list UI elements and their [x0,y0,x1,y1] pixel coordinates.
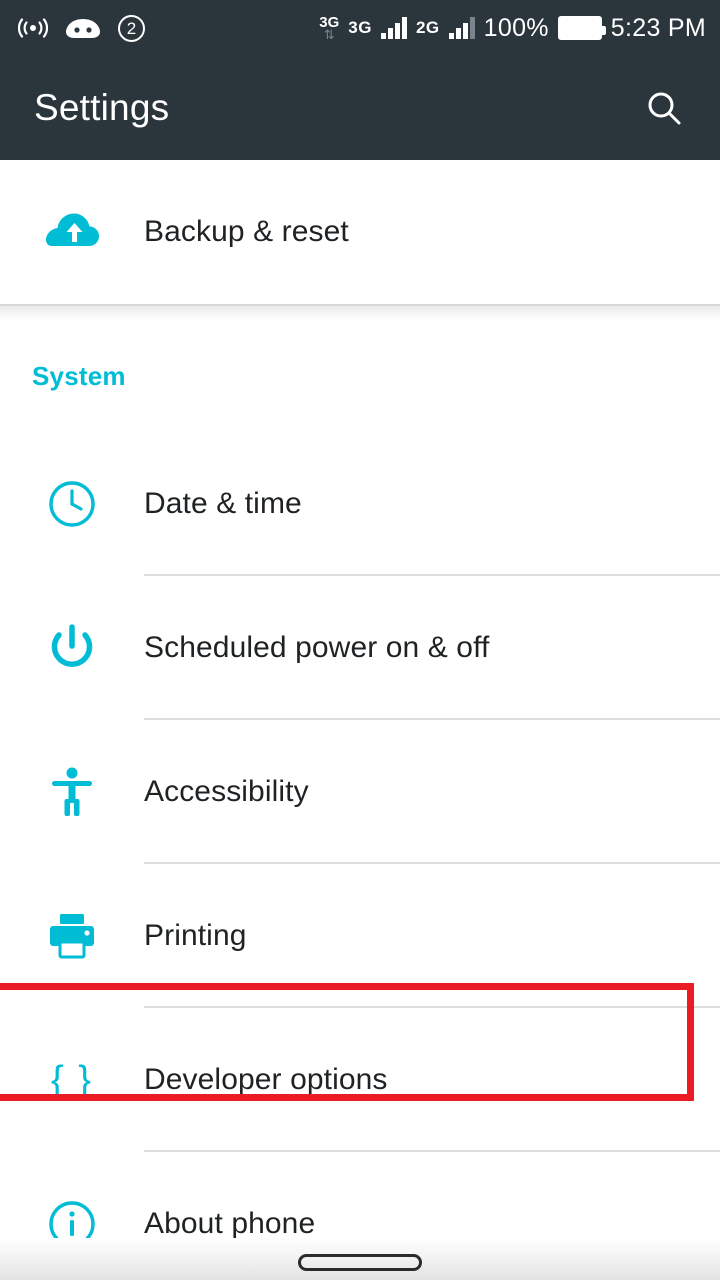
status-bar: 2 3G ⇅ 3G 2G 100% 5:23 PM [0,0,720,56]
status-bar-right-icons: 3G ⇅ 3G 2G 100% 5:23 PM [319,14,706,43]
app-bar: Settings [0,56,720,160]
list-item-label: Backup & reset [144,215,349,248]
list-item-label: Printing [144,919,247,952]
list-item-label: Scheduled power on & off [144,631,490,664]
section-header-label: System [32,360,126,391]
cyanogenmod-android-icon [64,15,102,41]
home-gesture-pill[interactable] [298,1253,422,1271]
battery-full-icon [557,16,606,40]
sim1-signal-bars-icon [380,17,407,39]
section-separator [0,304,720,320]
list-item-label: Developer options [144,1063,388,1096]
notification-count-icon: 2 [118,14,145,42]
cloud-upload-icon [0,160,144,304]
cast-broadcast-icon [18,16,48,40]
sim1-network-type-label: 3G [348,18,372,37]
search-icon[interactable] [638,82,690,134]
sim2-signal-bars-icon [448,17,475,39]
battery-percent-label: 100% [483,13,549,42]
printer-icon [0,864,144,1008]
section-header-system: System [0,320,720,432]
list-item-label: Date & time [144,487,302,520]
list-item-printing[interactable]: Printing [0,864,720,1008]
accessibility-icon [0,720,144,864]
list-item-scheduled-power[interactable]: Scheduled power on & off [0,576,720,720]
list-item-label: About phone [144,1207,316,1240]
curly-braces-icon: { } [51,1058,93,1101]
list-item-developer-options[interactable]: { } Developer options [0,1008,720,1152]
page-title: Settings [34,87,170,128]
list-item-backup-reset[interactable]: Backup & reset [0,160,720,304]
settings-screen: 2 3G ⇅ 3G 2G 100% 5:23 PM Settings Backu… [0,0,720,1280]
settings-list: Backup & reset System Date & time Schedu… [0,160,720,1280]
status-bar-left-icons: 2 [18,14,145,42]
clock-icon [0,432,144,576]
list-item-accessibility[interactable]: Accessibility [0,720,720,864]
list-item-label: Accessibility [144,775,309,808]
mobile-data-indicator-icon: 3G ⇅ [319,14,340,42]
navigation-bar [0,1238,720,1280]
list-item-date-time[interactable]: Date & time [0,432,720,576]
power-icon [0,576,144,720]
sim2-network-type-label: 2G [415,18,440,37]
status-bar-clock: 5:23 PM [610,13,706,42]
